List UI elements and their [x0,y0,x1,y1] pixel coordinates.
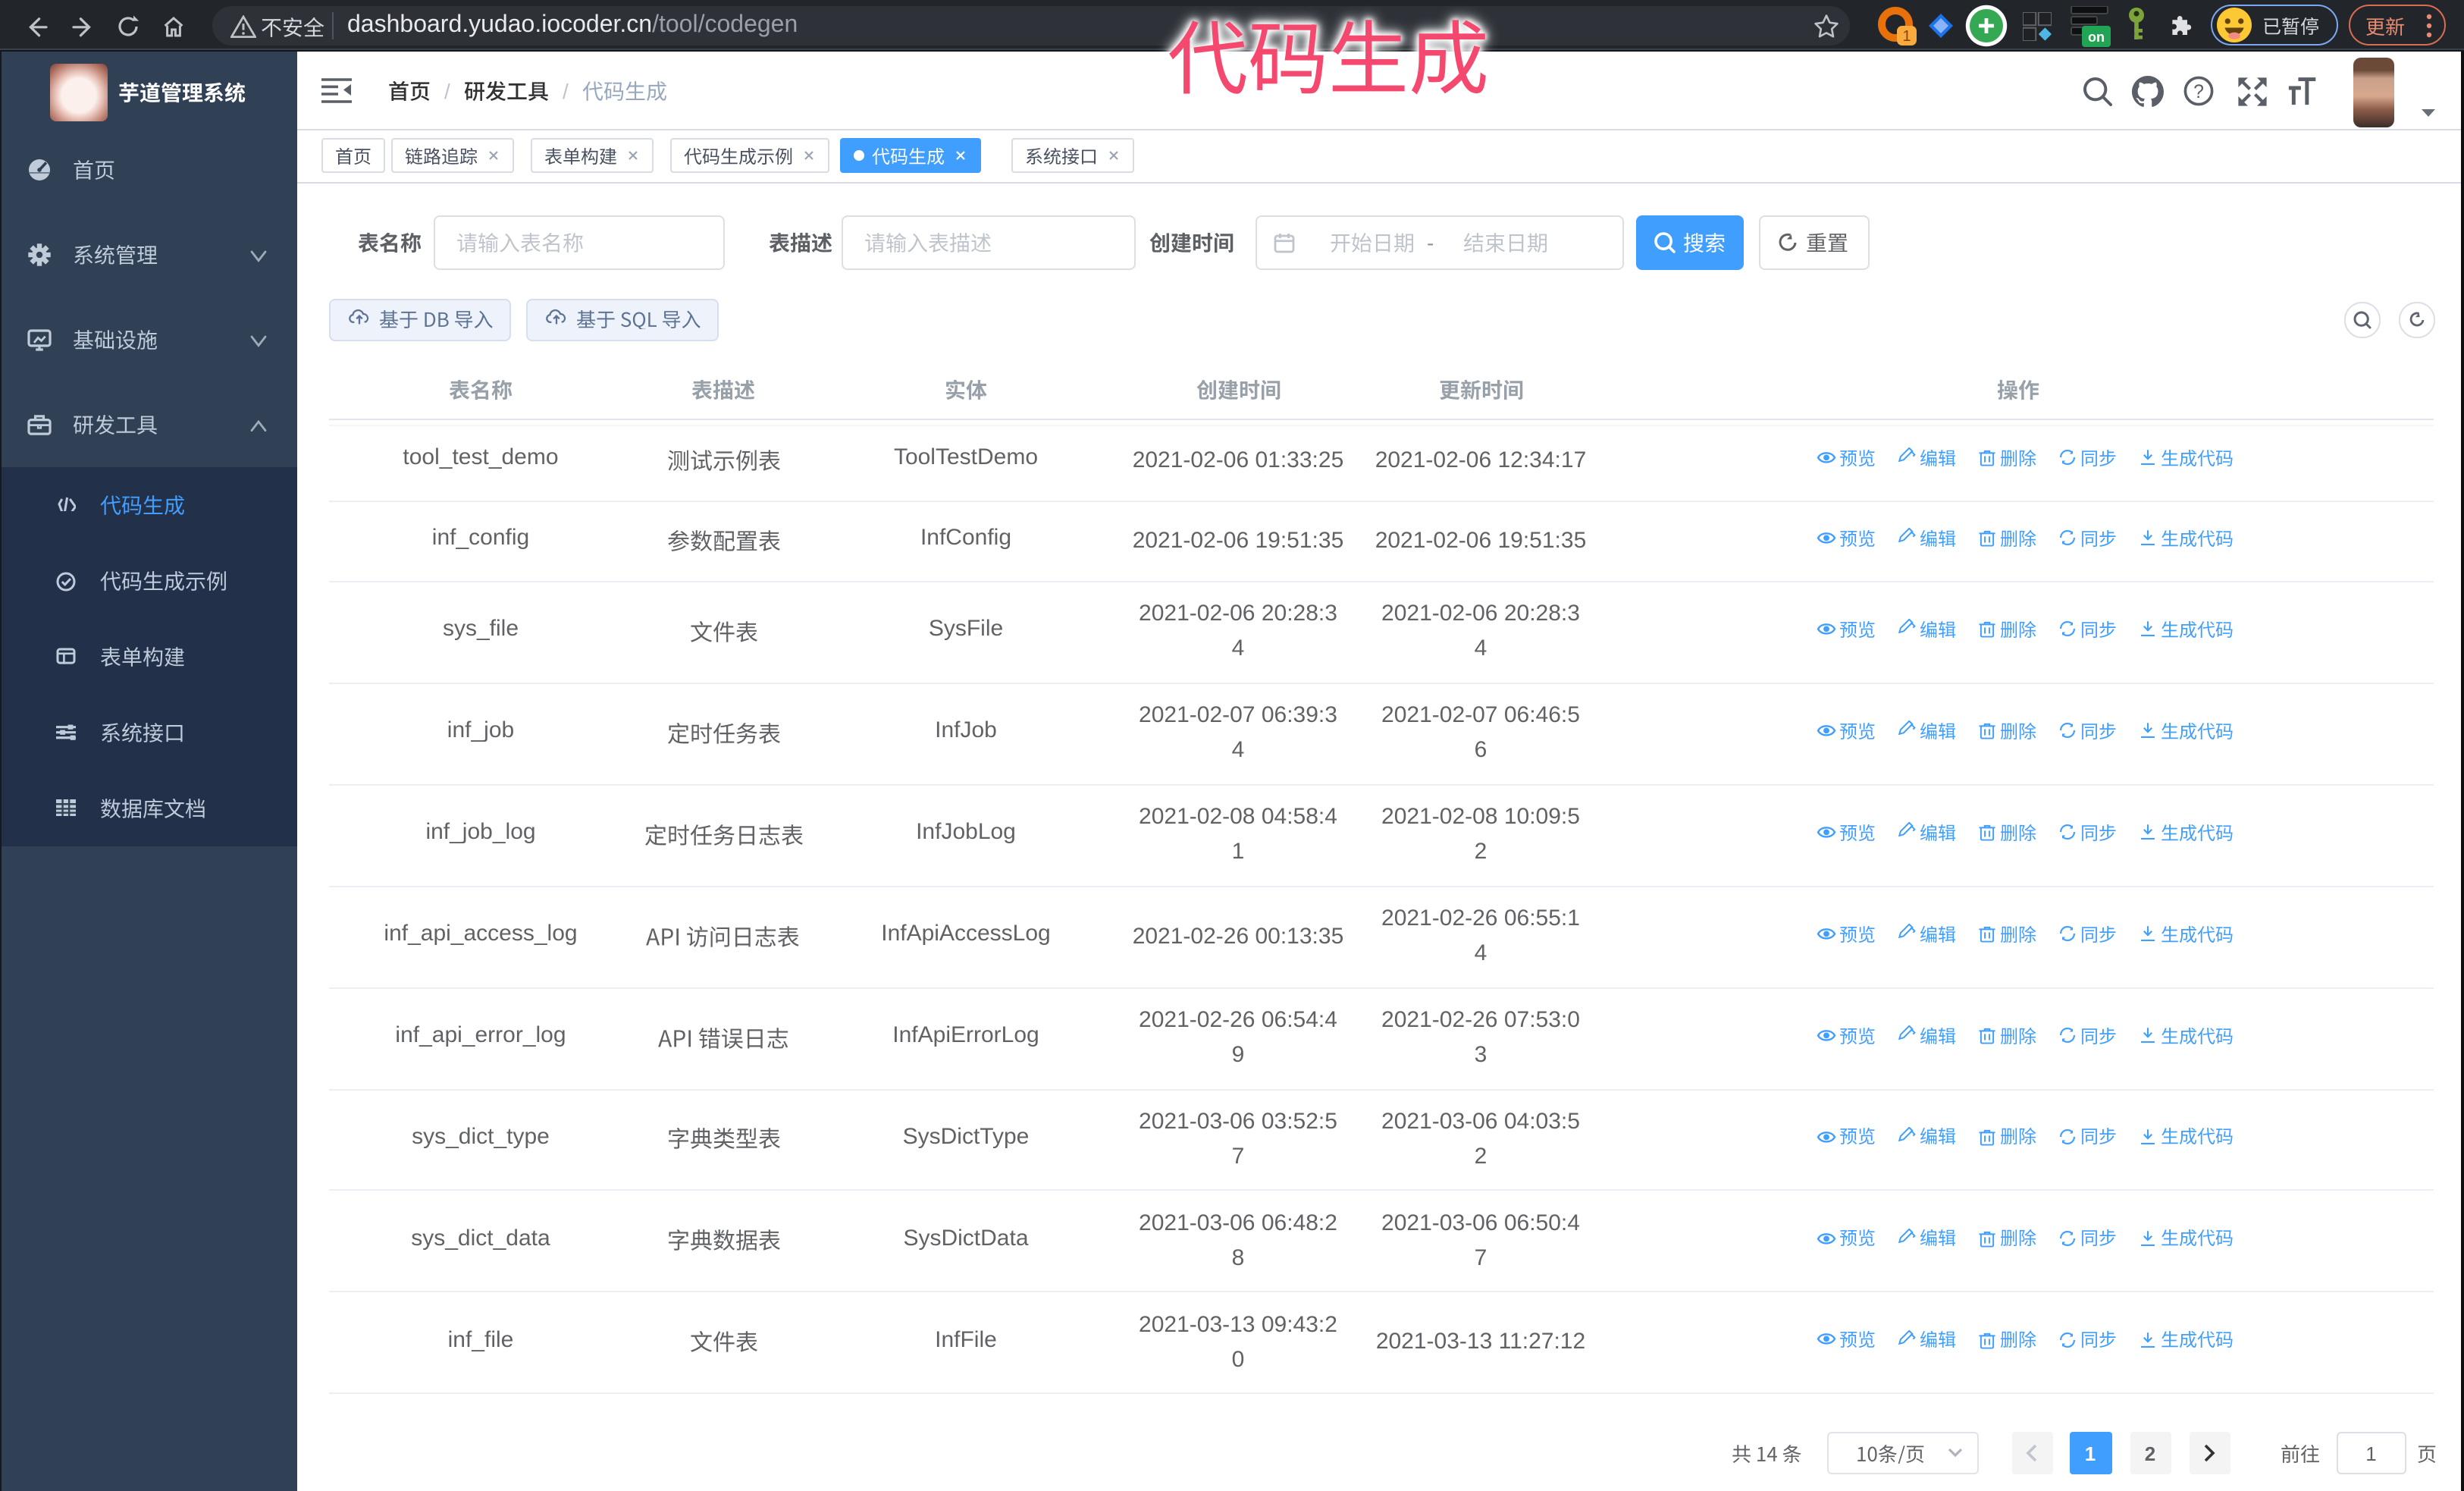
svg-text:1: 1 [1902,28,1911,45]
svg-text:on: on [2088,30,2105,45]
svg-text:?: ? [2193,82,2204,102]
